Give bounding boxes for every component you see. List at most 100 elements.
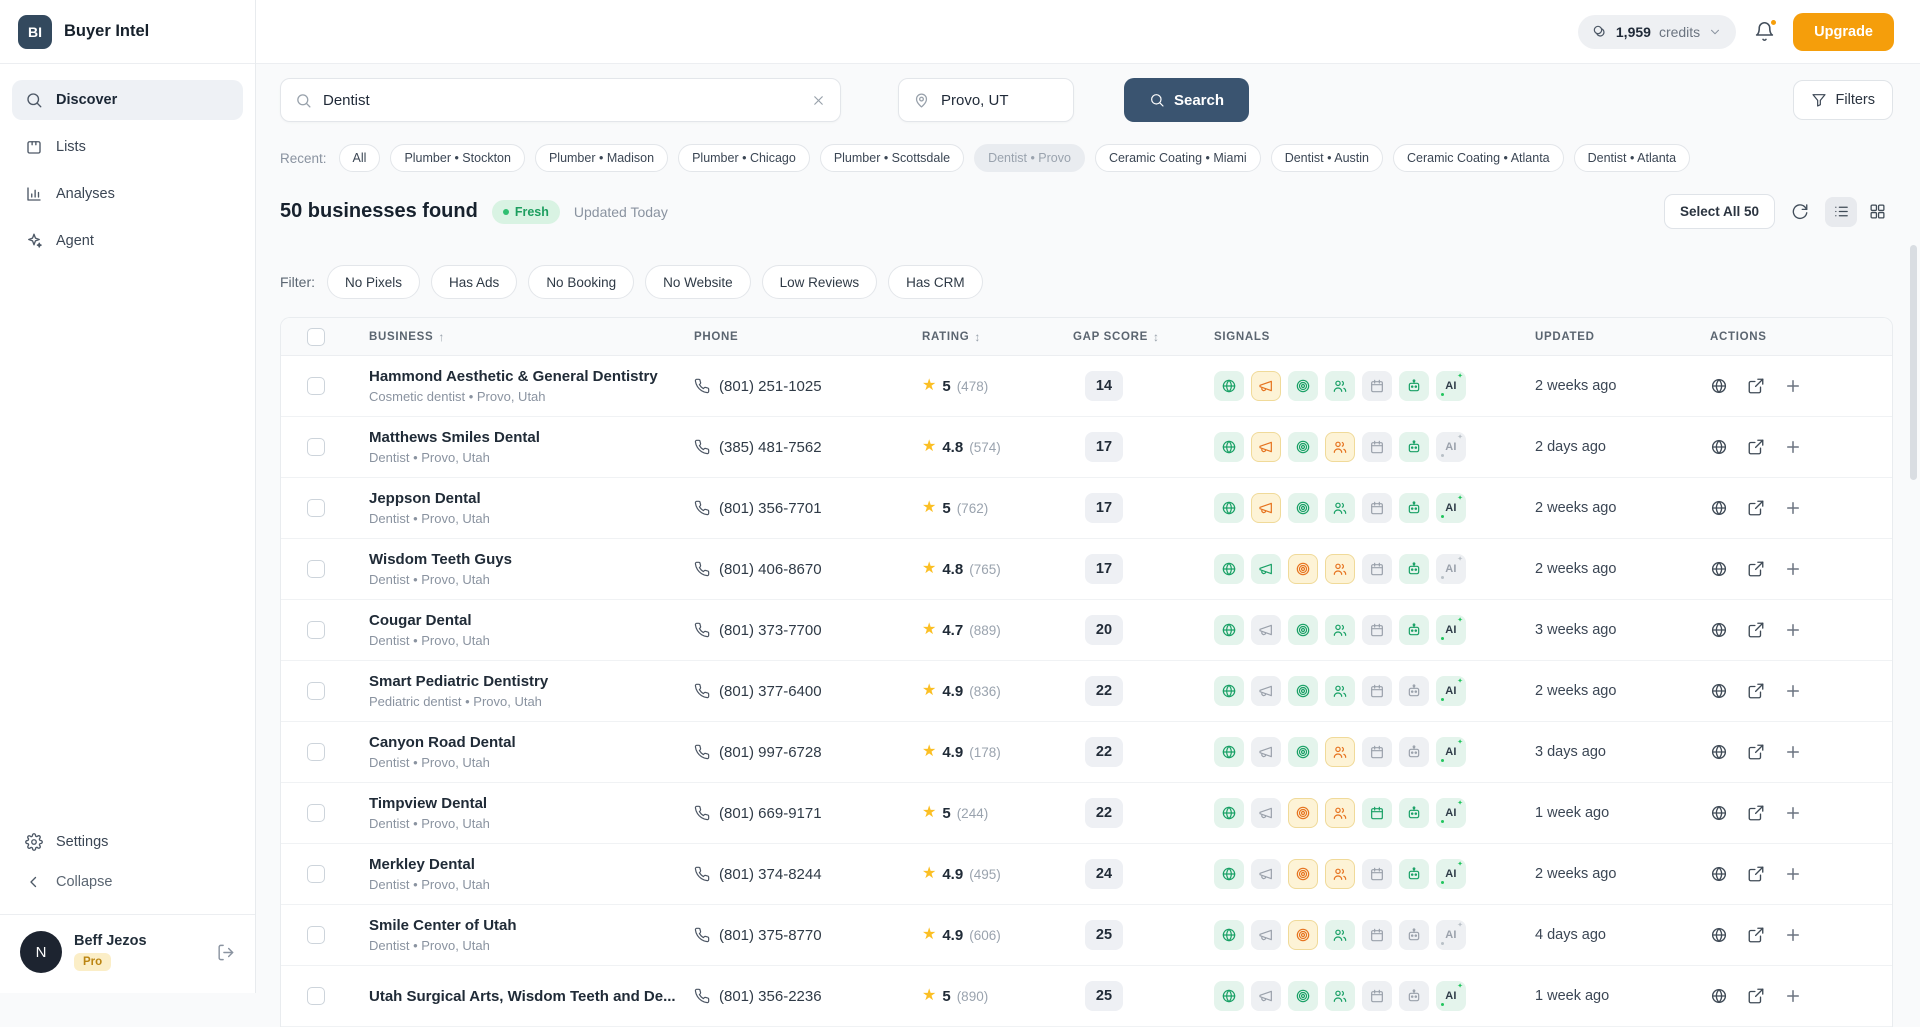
signal-target-icon[interactable] xyxy=(1288,981,1318,1011)
sidebar-item-lists[interactable]: Lists xyxy=(12,127,243,167)
filters-button[interactable]: Filters xyxy=(1793,80,1893,120)
action-external-link-icon[interactable] xyxy=(1747,865,1765,883)
signal-globe-icon[interactable] xyxy=(1214,432,1244,462)
signal-ai-icon[interactable]: AI✦ xyxy=(1436,920,1466,950)
row-checkbox[interactable] xyxy=(307,621,325,639)
business-name[interactable]: Hammond Aesthetic & General Dentistry xyxy=(369,368,694,385)
search-button[interactable]: Search xyxy=(1124,78,1249,122)
signal-megaphone-icon[interactable] xyxy=(1251,615,1281,645)
filter-chip-has-ads[interactable]: Has Ads xyxy=(431,265,517,299)
row-checkbox[interactable] xyxy=(307,438,325,456)
signal-ai-icon[interactable]: AI✦ xyxy=(1436,371,1466,401)
signal-calendar-icon[interactable] xyxy=(1362,737,1392,767)
sidebar-item-settings[interactable]: Settings xyxy=(12,822,243,862)
signal-users-icon[interactable] xyxy=(1325,920,1355,950)
sidebar-collapse-button[interactable]: Collapse xyxy=(12,862,243,902)
scrollbar-thumb[interactable] xyxy=(1910,245,1917,480)
action-external-link-icon[interactable] xyxy=(1747,621,1765,639)
signal-ai-icon[interactable]: AI✦ xyxy=(1436,432,1466,462)
recent-chip[interactable]: Plumber • Scottsdale xyxy=(820,144,964,172)
signal-megaphone-icon[interactable] xyxy=(1251,798,1281,828)
signal-calendar-icon[interactable] xyxy=(1362,371,1392,401)
signal-target-icon[interactable] xyxy=(1288,737,1318,767)
signal-megaphone-icon[interactable] xyxy=(1251,371,1281,401)
row-checkbox[interactable] xyxy=(307,926,325,944)
action-plus-icon[interactable] xyxy=(1784,865,1802,883)
business-name[interactable]: Wisdom Teeth Guys xyxy=(369,551,694,568)
signal-ai-icon[interactable]: AI✦ xyxy=(1436,493,1466,523)
business-name[interactable]: Jeppson Dental xyxy=(369,490,694,507)
business-name[interactable]: Cougar Dental xyxy=(369,612,694,629)
filter-chip-no-website[interactable]: No Website xyxy=(645,265,751,299)
action-globe-icon[interactable] xyxy=(1710,987,1728,1005)
list-view-button[interactable] xyxy=(1825,197,1857,227)
action-external-link-icon[interactable] xyxy=(1747,682,1765,700)
action-globe-icon[interactable] xyxy=(1710,743,1728,761)
recent-chip[interactable]: Plumber • Stockton xyxy=(390,144,525,172)
recent-chip[interactable]: Plumber • Chicago xyxy=(678,144,810,172)
action-external-link-icon[interactable] xyxy=(1747,987,1765,1005)
filter-chip-no-booking[interactable]: No Booking xyxy=(528,265,634,299)
signal-robot-icon[interactable] xyxy=(1399,859,1429,889)
action-plus-icon[interactable] xyxy=(1784,499,1802,517)
column-header-gap-score[interactable]: GAP SCORE↕ xyxy=(1073,330,1214,344)
action-globe-icon[interactable] xyxy=(1710,438,1728,456)
column-header-business[interactable]: BUSINESS↑ xyxy=(369,330,694,344)
action-plus-icon[interactable] xyxy=(1784,621,1802,639)
filter-chip-has-crm[interactable]: Has CRM xyxy=(888,265,983,299)
signal-users-icon[interactable] xyxy=(1325,432,1355,462)
action-globe-icon[interactable] xyxy=(1710,926,1728,944)
signal-users-icon[interactable] xyxy=(1325,798,1355,828)
notifications-button[interactable] xyxy=(1754,21,1775,42)
credits-pill[interactable]: 1,959 credits xyxy=(1578,15,1736,49)
logout-icon[interactable] xyxy=(216,943,235,962)
signal-globe-icon[interactable] xyxy=(1214,920,1244,950)
action-plus-icon[interactable] xyxy=(1784,926,1802,944)
signal-globe-icon[interactable] xyxy=(1214,554,1244,584)
search-input[interactable]: Dentist xyxy=(280,78,841,122)
signal-globe-icon[interactable] xyxy=(1214,798,1244,828)
signal-target-icon[interactable] xyxy=(1288,859,1318,889)
filter-chip-low-reviews[interactable]: Low Reviews xyxy=(762,265,878,299)
signal-ai-icon[interactable]: AI✦ xyxy=(1436,981,1466,1011)
action-plus-icon[interactable] xyxy=(1784,987,1802,1005)
signal-ai-icon[interactable]: AI✦ xyxy=(1436,676,1466,706)
signal-users-icon[interactable] xyxy=(1325,859,1355,889)
signal-ai-icon[interactable]: AI✦ xyxy=(1436,737,1466,767)
recent-chip[interactable]: All xyxy=(339,144,381,172)
select-all-button[interactable]: Select All 50 xyxy=(1664,194,1775,229)
action-external-link-icon[interactable] xyxy=(1747,499,1765,517)
row-checkbox[interactable] xyxy=(307,743,325,761)
business-name[interactable]: Matthews Smiles Dental xyxy=(369,429,694,446)
signal-calendar-icon[interactable] xyxy=(1362,798,1392,828)
row-checkbox[interactable] xyxy=(307,682,325,700)
business-name[interactable]: Merkley Dental xyxy=(369,856,694,873)
signal-users-icon[interactable] xyxy=(1325,737,1355,767)
signal-users-icon[interactable] xyxy=(1325,493,1355,523)
signal-robot-icon[interactable] xyxy=(1399,920,1429,950)
signal-megaphone-icon[interactable] xyxy=(1251,981,1281,1011)
recent-chip[interactable]: Dentist • Atlanta xyxy=(1574,144,1690,172)
signal-megaphone-icon[interactable] xyxy=(1251,432,1281,462)
signal-users-icon[interactable] xyxy=(1325,371,1355,401)
business-name[interactable]: Canyon Road Dental xyxy=(369,734,694,751)
action-globe-icon[interactable] xyxy=(1710,865,1728,883)
action-external-link-icon[interactable] xyxy=(1747,926,1765,944)
action-plus-icon[interactable] xyxy=(1784,438,1802,456)
recent-chip[interactable]: Dentist • Provo xyxy=(974,144,1085,172)
signal-target-icon[interactable] xyxy=(1288,920,1318,950)
signal-megaphone-icon[interactable] xyxy=(1251,493,1281,523)
business-name[interactable]: Smile Center of Utah xyxy=(369,917,694,934)
signal-target-icon[interactable] xyxy=(1288,798,1318,828)
signal-robot-icon[interactable] xyxy=(1399,493,1429,523)
row-checkbox[interactable] xyxy=(307,865,325,883)
signal-globe-icon[interactable] xyxy=(1214,981,1244,1011)
signal-megaphone-icon[interactable] xyxy=(1251,554,1281,584)
action-external-link-icon[interactable] xyxy=(1747,804,1765,822)
signal-calendar-icon[interactable] xyxy=(1362,554,1392,584)
avatar[interactable]: N xyxy=(20,931,62,973)
column-header-rating[interactable]: RATING↕ xyxy=(922,330,1073,344)
row-checkbox[interactable] xyxy=(307,987,325,1005)
signal-calendar-icon[interactable] xyxy=(1362,615,1392,645)
signal-globe-icon[interactable] xyxy=(1214,676,1244,706)
